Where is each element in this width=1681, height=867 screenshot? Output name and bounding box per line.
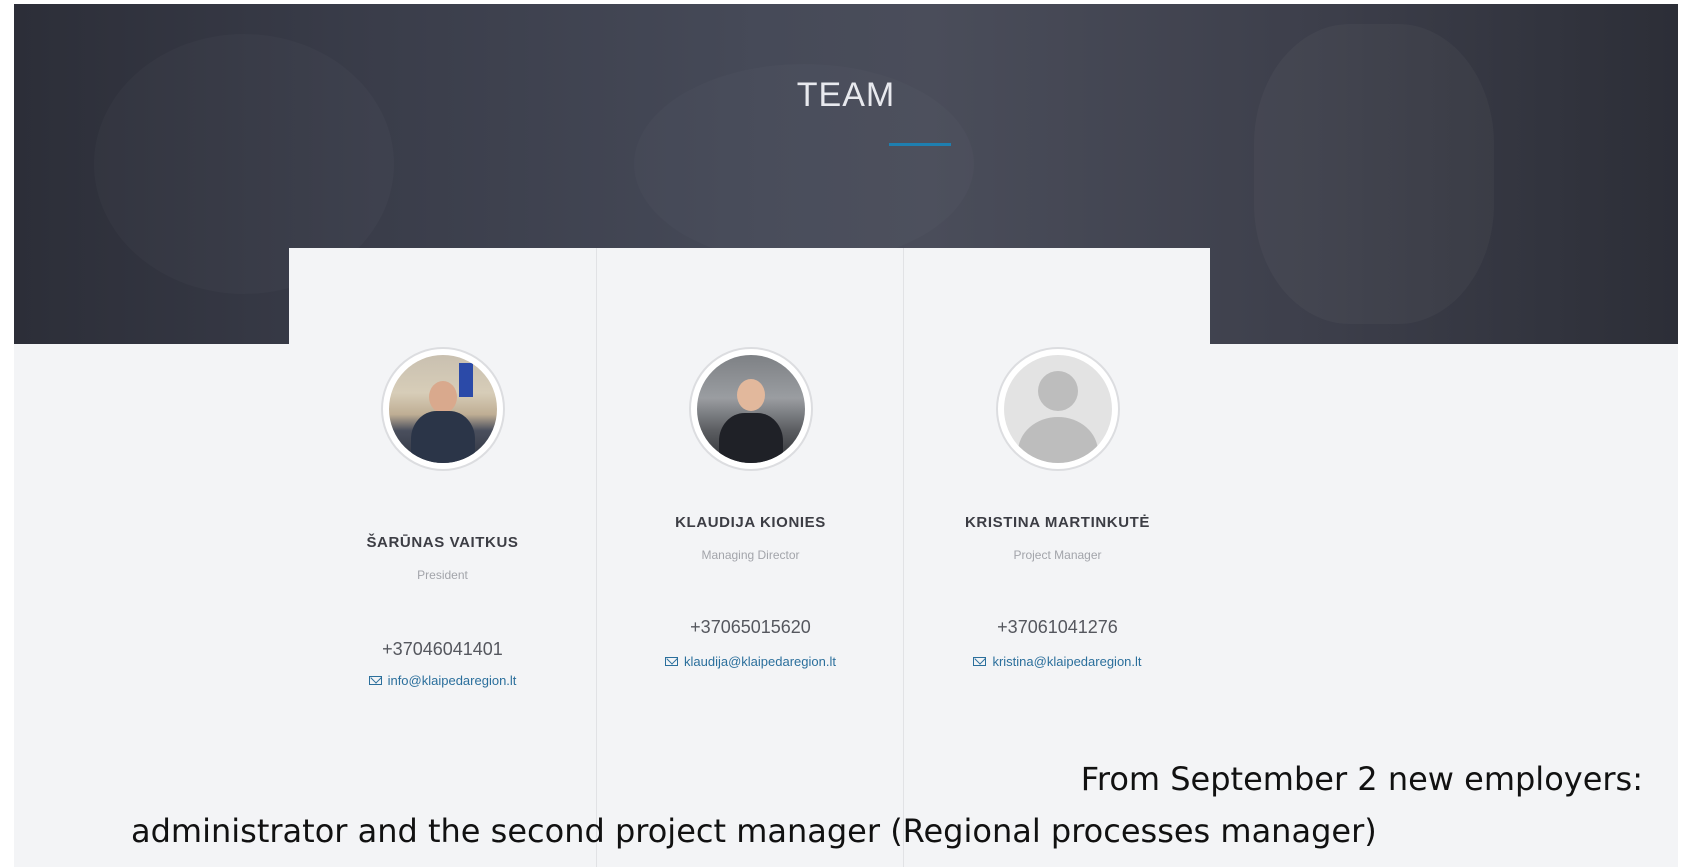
avatar (688, 347, 813, 471)
flag-icon (458, 363, 473, 397)
person-head (736, 379, 765, 411)
member-role: Project Manager (1013, 548, 1102, 562)
member-email-text[interactable]: klaudija@klaipedaregion.lt (684, 654, 836, 669)
title-accent-underline (889, 143, 951, 146)
avatar-photo (696, 355, 805, 463)
user-silhouette-icon (1037, 371, 1078, 411)
avatar-photo (388, 355, 497, 463)
person-head (428, 381, 457, 413)
envelope-icon (973, 657, 987, 666)
envelope-icon (368, 676, 382, 685)
hero-background-texture (1254, 24, 1494, 324)
member-email-link[interactable]: klaudija@klaipedaregion.lt (597, 654, 904, 669)
member-role: Managing Director (701, 548, 800, 562)
member-email-link[interactable]: info@klaipedaregion.lt (289, 673, 596, 688)
member-role: President (417, 568, 468, 582)
announcement-line-1: From September 2 new employers: (1080, 760, 1643, 798)
envelope-icon (665, 657, 679, 666)
person-body (410, 411, 475, 463)
member-name: KRISTINA MARTINKUTĖ (965, 514, 1150, 531)
member-phone[interactable]: +37065015620 (597, 617, 904, 638)
avatar-placeholder (1003, 355, 1112, 463)
member-email-link[interactable]: kristina@klaipedaregion.lt (904, 654, 1211, 669)
member-phone[interactable]: +37061041276 (904, 617, 1211, 638)
member-name: KLAUDIJA KIONIES (675, 514, 826, 531)
avatar (380, 347, 505, 471)
member-name: ŠARŪNAS VAITKUS (366, 534, 519, 551)
member-email-text[interactable]: kristina@klaipedaregion.lt (992, 654, 1141, 669)
page-title: TEAM (796, 76, 896, 114)
user-silhouette-body (1017, 417, 1098, 463)
team-member-card: KLAUDIJA KIONIES Managing Director +3706… (596, 248, 904, 867)
member-email-text[interactable]: info@klaipedaregion.lt (388, 673, 517, 688)
avatar (995, 347, 1120, 471)
person-body (718, 413, 783, 463)
team-members-panel: ŠARŪNAS VAITKUS President +37046041401 i… (289, 248, 1210, 867)
team-member-card: ŠARŪNAS VAITKUS President +37046041401 i… (289, 248, 596, 867)
announcement-line-2: administrator and the second project man… (131, 812, 1377, 850)
member-phone[interactable]: +37046041401 (289, 639, 596, 660)
